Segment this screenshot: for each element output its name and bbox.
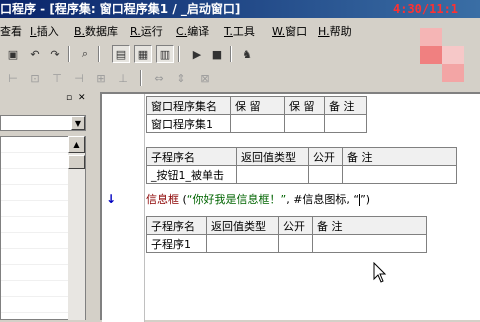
- toolbar-divider: [178, 46, 180, 62]
- stop-icon[interactable]: ■: [208, 45, 226, 63]
- redo-icon[interactable]: ↷: [46, 45, 64, 63]
- table-cell[interactable]: [230, 114, 285, 133]
- string-literal: “你好我是信息框！”: [186, 193, 287, 206]
- same-width-icon[interactable]: ⇔: [150, 69, 168, 87]
- align-right-icon[interactable]: ⊣: [70, 69, 88, 87]
- table-header: 返回值类型: [236, 147, 309, 166]
- code-line[interactable]: 信息框 (“你好我是信息框！”, #信息图标, “”): [146, 191, 370, 207]
- table-icon[interactable]: ▥: [156, 45, 174, 63]
- main-toolbar: ▣ ↶ ↷ ⌕ ▤ ▦ ▥ ▶ ■ ♞: [0, 43, 480, 66]
- align-center-icon[interactable]: ⊡: [26, 69, 44, 87]
- table-header: 公开: [278, 216, 313, 235]
- assembly-table: 窗口程序集名 保 留 保 留 备 注 窗口程序集1: [146, 96, 367, 133]
- subroutine-table-2: 子程序名 返回值类型 公开 备 注 子程序1: [146, 216, 427, 253]
- panel-header: ▫ ✕: [0, 93, 92, 105]
- table-header: 返回值类型: [206, 216, 279, 235]
- find-icon[interactable]: ⌕: [76, 45, 94, 63]
- table-cell[interactable]: 子程序1: [146, 234, 207, 253]
- align-middle-icon[interactable]: ⊞: [92, 69, 110, 87]
- menu-insert[interactable]: I.插入: [30, 23, 59, 39]
- table-cell[interactable]: [278, 234, 313, 253]
- panel-close-icon[interactable]: ✕: [78, 93, 86, 103]
- table-header: 公开: [308, 147, 343, 166]
- toolbar-divider: [140, 70, 142, 86]
- pixel-block: [420, 28, 442, 46]
- scrollbar[interactable]: ▲: [68, 136, 85, 320]
- undo-icon[interactable]: ↶: [26, 45, 44, 63]
- align-top-icon[interactable]: ⊤: [48, 69, 66, 87]
- table-cell[interactable]: [308, 165, 343, 184]
- save-icon[interactable]: ▣: [4, 45, 22, 63]
- table-cell[interactable]: [236, 165, 309, 184]
- clock-readout: 4:30/11:1: [393, 2, 459, 16]
- object-combo[interactable]: ▼: [0, 115, 86, 131]
- table-header: 窗口程序集名: [146, 96, 231, 115]
- table-header: 备 注: [312, 216, 427, 235]
- menu-tools[interactable]: T.工具: [224, 23, 255, 39]
- current-line-arrow-icon: ↓: [106, 192, 117, 206]
- table-cell[interactable]: [284, 114, 325, 133]
- subroutine-table: 子程序名 返回值类型 公开 备 注 _按钮1_被单击: [146, 147, 457, 184]
- table-header: 保 留: [284, 96, 325, 115]
- menu-bar: 查看 I.插入 B.数据库 R.运行 C.编译 T.工具 W.窗口 H.帮助: [0, 19, 480, 41]
- toolbar-divider: [230, 46, 232, 62]
- table-header: 备 注: [324, 96, 367, 115]
- menu-database[interactable]: B.数据库: [74, 23, 118, 39]
- toolbar-divider: [68, 46, 70, 62]
- grid-icon[interactable]: ▦: [134, 45, 152, 63]
- pixel-block: [420, 46, 442, 64]
- function-name: 信息框: [146, 193, 179, 206]
- table-header: 子程序名: [146, 216, 207, 235]
- align-bottom-icon[interactable]: ⊥: [114, 69, 132, 87]
- table-cell[interactable]: [206, 234, 279, 253]
- window-title: 口程序 - [程序集: 窗口程序集1 / _启动窗口]: [0, 2, 241, 16]
- table-header: 子程序名: [146, 147, 237, 166]
- mouse-cursor-icon: [373, 262, 387, 283]
- line-gutter: ↓: [102, 94, 145, 322]
- same-height-icon[interactable]: ⇕: [172, 69, 190, 87]
- table-cell[interactable]: [312, 234, 427, 253]
- toolbar-divider: [98, 46, 100, 62]
- table-cell[interactable]: _按钮1_被单击: [146, 165, 237, 184]
- table-header: 备 注: [342, 147, 457, 166]
- debug-icon[interactable]: ♞: [238, 45, 256, 63]
- layout-icon[interactable]: ▤: [112, 45, 130, 63]
- pixel-block: [442, 64, 464, 82]
- table-header: 保 留: [230, 96, 285, 115]
- pixel-block: [442, 46, 464, 64]
- same-size-icon[interactable]: ⊠: [196, 69, 214, 87]
- menu-run[interactable]: R.运行: [130, 23, 163, 39]
- table-cell[interactable]: 窗口程序集1: [146, 114, 231, 133]
- table-cell[interactable]: [324, 114, 367, 133]
- align-toolbar: ⊢ ⊡ ⊤ ⊣ ⊞ ⊥ ⇔ ⇕ ⊠: [0, 67, 480, 90]
- table-cell[interactable]: [342, 165, 457, 184]
- scroll-thumb[interactable]: [68, 155, 85, 169]
- menu-help[interactable]: H.帮助: [318, 23, 352, 39]
- panel-restore-icon[interactable]: ▫: [66, 93, 72, 103]
- scroll-up-icon[interactable]: ▲: [68, 136, 85, 153]
- title-bar: 口程序 - [程序集: 窗口程序集1 / _启动窗口] 4:30/11:1: [0, 0, 480, 18]
- run-icon[interactable]: ▶: [188, 45, 206, 63]
- menu-compile[interactable]: C.编译: [176, 23, 209, 39]
- menu-view[interactable]: 查看: [0, 23, 22, 39]
- chevron-down-icon[interactable]: ▼: [71, 116, 85, 130]
- align-left-icon[interactable]: ⊢: [4, 69, 22, 87]
- menu-window[interactable]: W.窗口: [272, 23, 307, 39]
